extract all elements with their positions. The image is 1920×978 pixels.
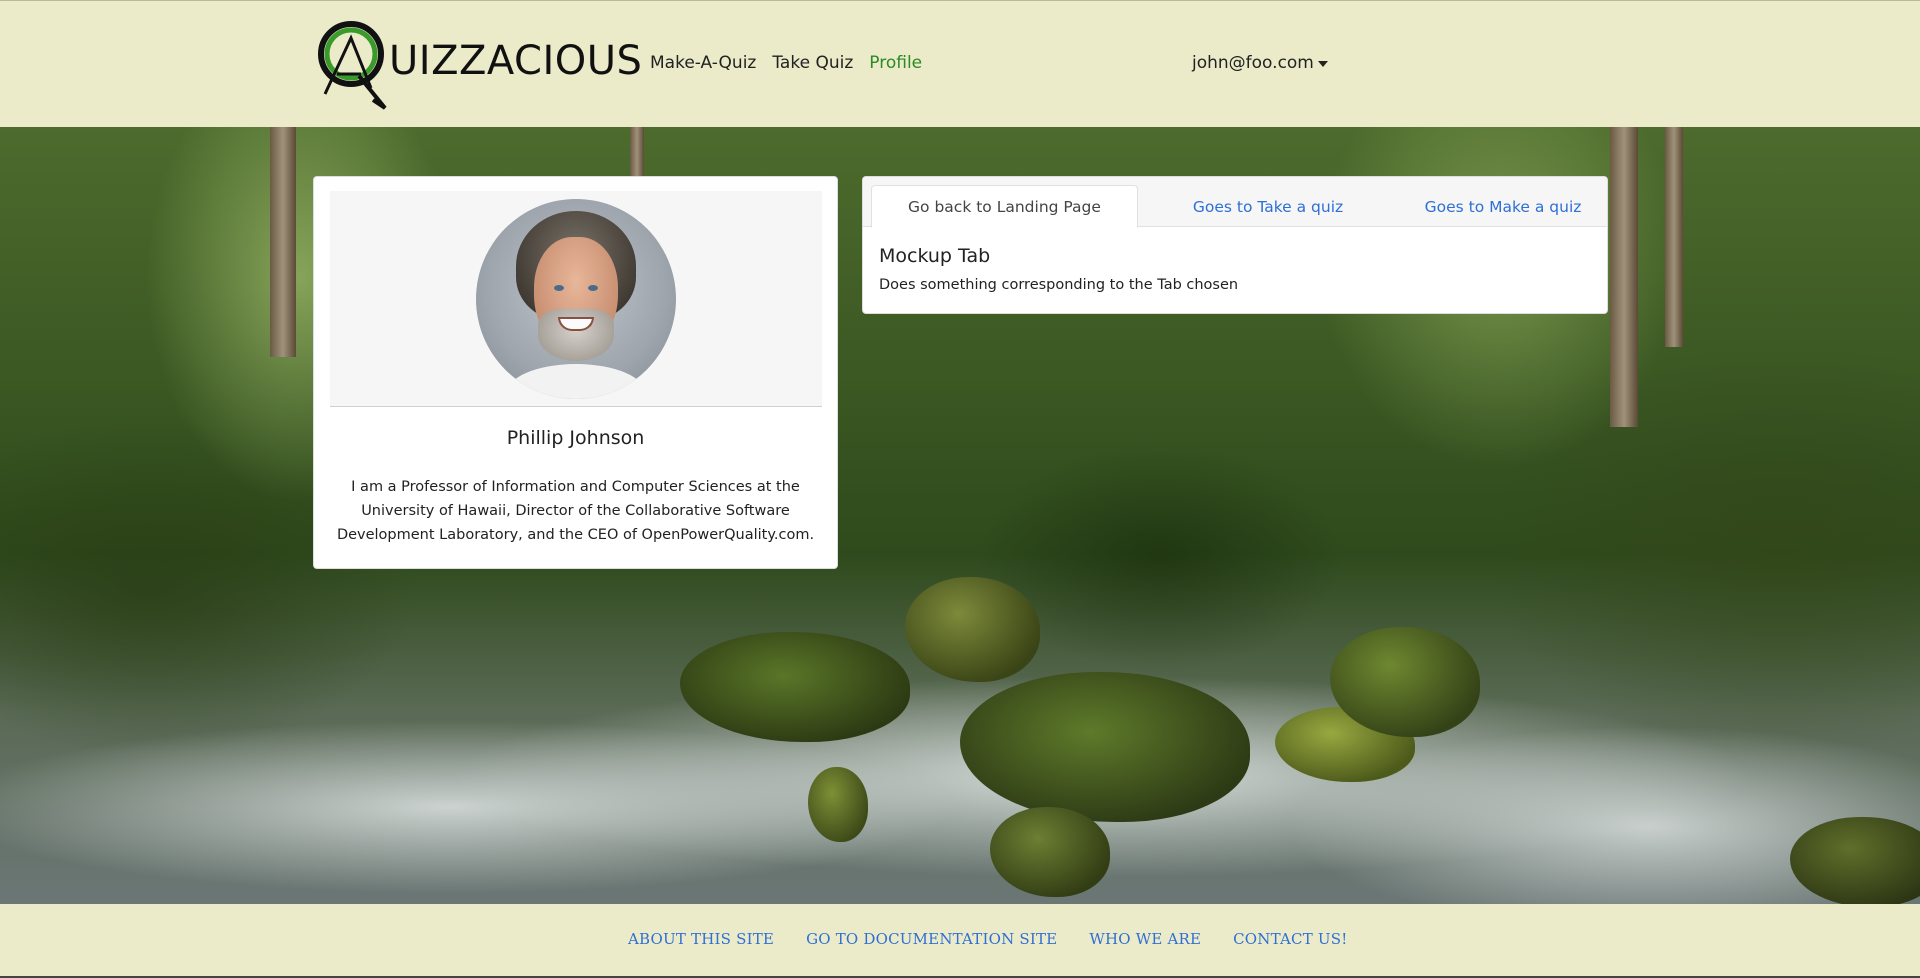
tree-trunk: [1610, 127, 1638, 427]
tab-content-text: Does something corresponding to the Tab …: [879, 277, 1239, 293]
mossy-rock: [808, 767, 868, 842]
footer-link-about[interactable]: ABOUT THIS SITE: [628, 930, 774, 948]
footer-link-who-we-are[interactable]: WHO WE ARE: [1089, 930, 1201, 948]
profile-bio: I am a Professor of Information and Comp…: [336, 479, 815, 543]
profile-image-area: [330, 191, 822, 407]
tab-card: Go back to Landing Page Goes to Take a q…: [862, 176, 1608, 314]
nav-make-a-quiz[interactable]: Make-A-Quiz: [650, 53, 756, 73]
caret-down-icon: [1317, 61, 1328, 67]
mossy-rock: [960, 672, 1250, 822]
brand-link[interactable]: UIZZACIOUS: [315, 16, 642, 112]
tree-trunk: [1665, 127, 1683, 347]
mossy-rock: [990, 807, 1110, 897]
mossy-rock: [1790, 817, 1920, 904]
nav-take-quiz[interactable]: Take Quiz: [772, 53, 853, 73]
footer-links: ABOUT THIS SITE GO TO DOCUMENTATION SITE…: [628, 930, 1347, 948]
tab-make-quiz[interactable]: Goes to Make a quiz: [1398, 185, 1607, 228]
user-dropdown[interactable]: john@foo.com: [1192, 53, 1328, 73]
profile-card: Phillip Johnson I am a Professor of Info…: [313, 176, 838, 569]
user-email: john@foo.com: [1192, 53, 1314, 73]
nav-profile[interactable]: Profile: [869, 53, 922, 73]
footer: ABOUT THIS SITE GO TO DOCUMENTATION SITE…: [0, 904, 1920, 978]
mossy-rock: [680, 632, 910, 742]
tab-take-quiz[interactable]: Goes to Take a quiz: [1138, 185, 1398, 228]
brand-name: UIZZACIOUS: [389, 38, 643, 84]
tab-content-title: Mockup Tab: [879, 245, 991, 267]
mossy-rock: [905, 577, 1040, 682]
quizzacious-q-logo-icon: [318, 21, 387, 110]
tab-content: Mockup Tab Does something corresponding …: [863, 227, 1607, 311]
main-nav: Make-A-Quiz Take Quiz Profile: [650, 53, 922, 73]
footer-link-documentation[interactable]: GO TO DOCUMENTATION SITE: [806, 930, 1057, 948]
profile-name: Phillip Johnson: [506, 427, 645, 449]
avatar: [476, 198, 676, 399]
tree-trunk: [270, 127, 296, 357]
tab-header: Go back to Landing Page Goes to Take a q…: [863, 177, 1607, 228]
top-navbar: UIZZACIOUS Make-A-Quiz Take Quiz Profile…: [0, 0, 1920, 127]
tab-landing-page[interactable]: Go back to Landing Page: [871, 185, 1138, 228]
footer-link-contact[interactable]: CONTACT US!: [1233, 930, 1347, 948]
